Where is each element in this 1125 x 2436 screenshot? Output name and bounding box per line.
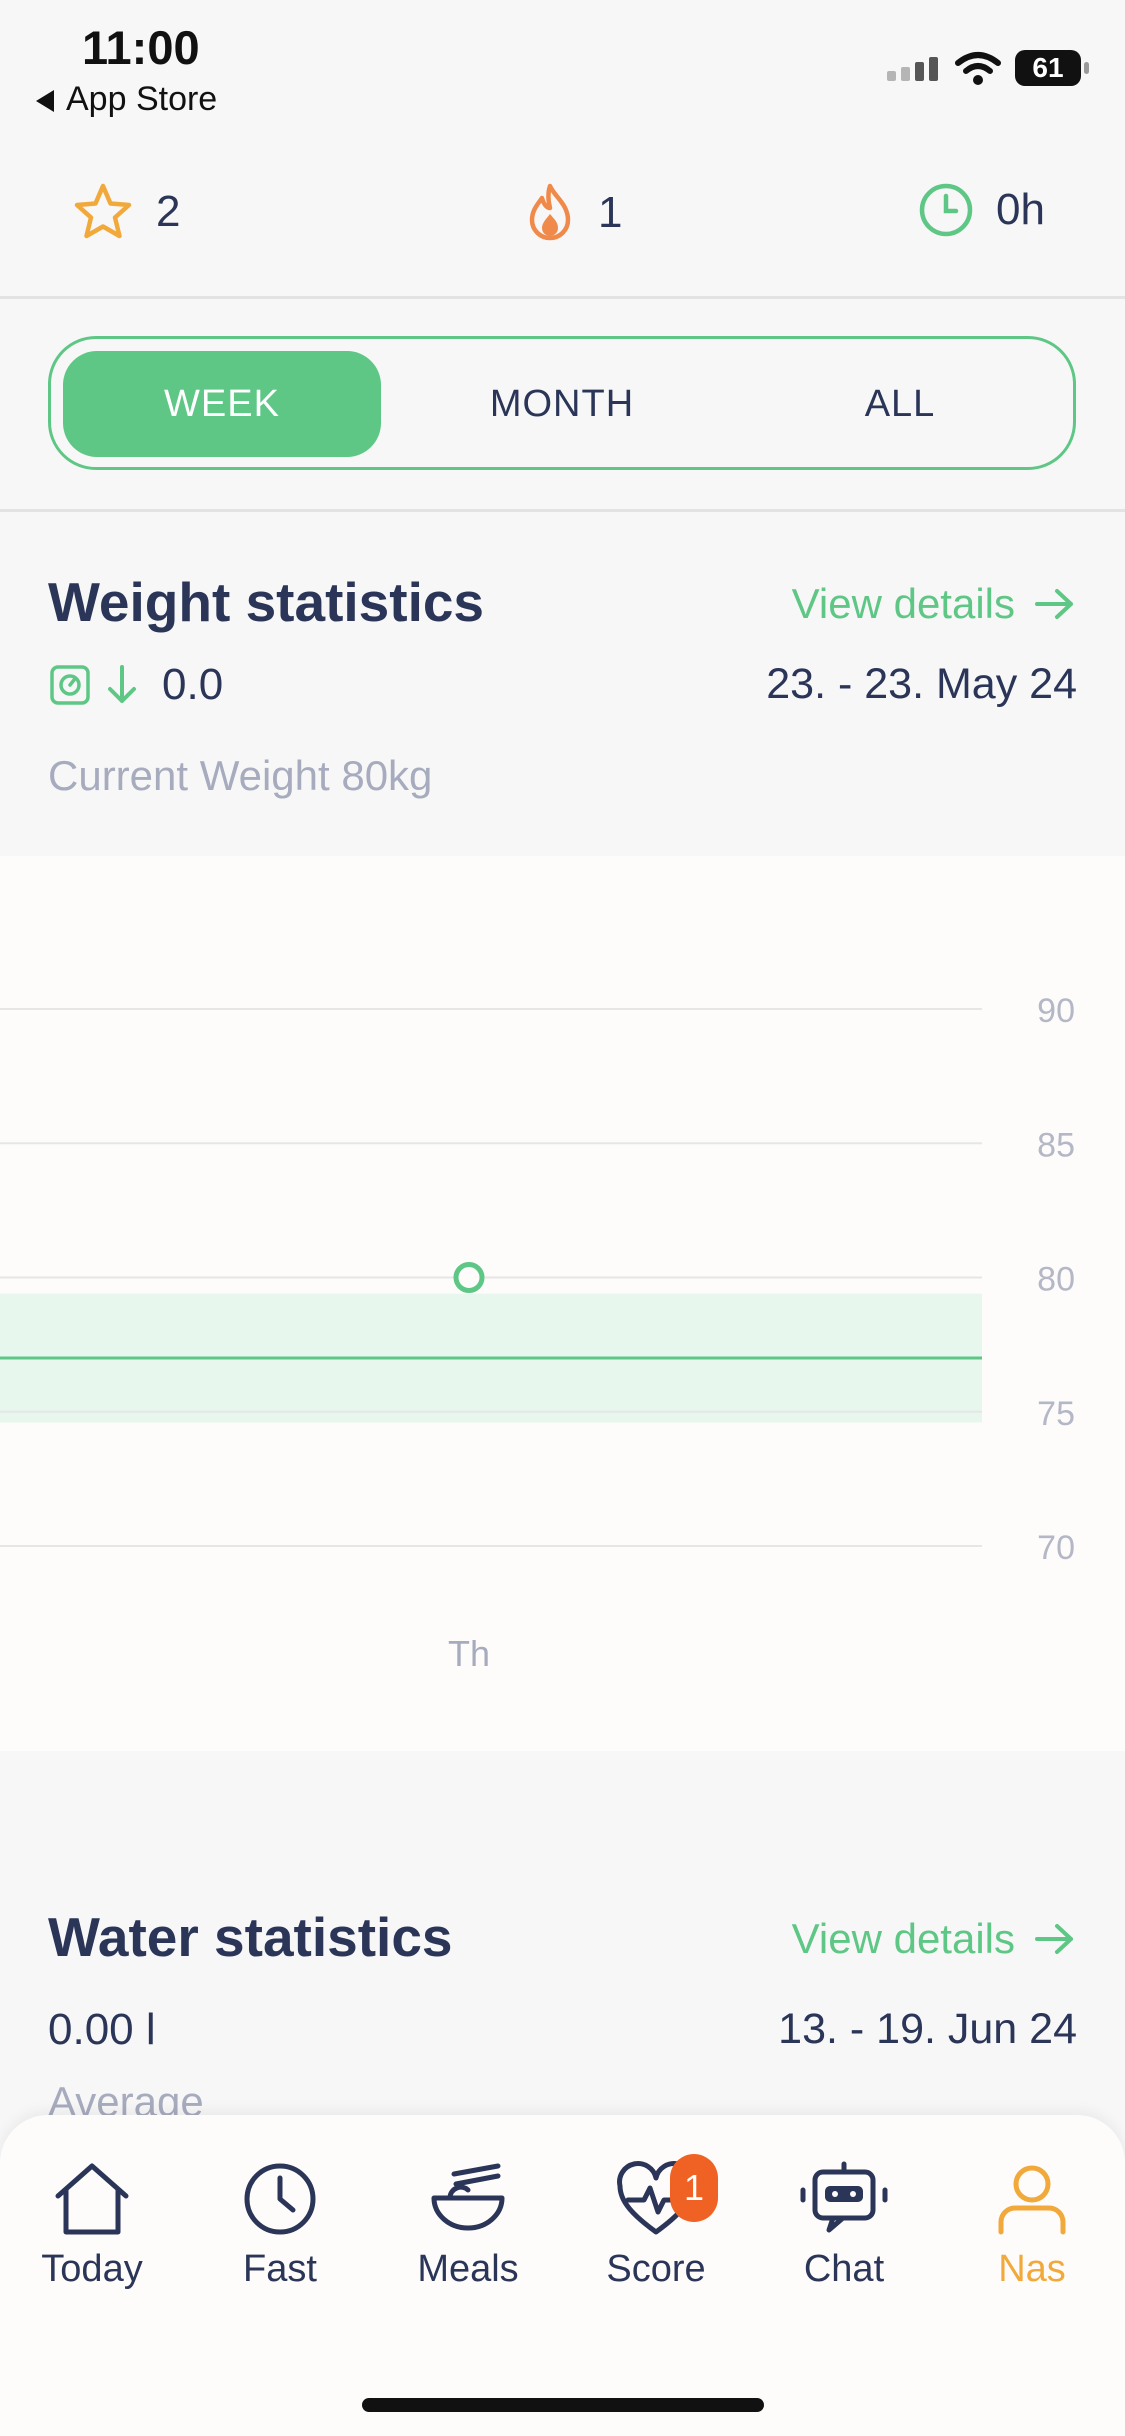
- y-tick-label: 75: [1037, 1395, 1075, 1433]
- home-icon: [55, 2163, 129, 2235]
- stars-stat[interactable]: 2: [72, 182, 180, 242]
- weight-view-details-link[interactable]: View details: [792, 580, 1077, 628]
- streak-count: 1: [598, 188, 623, 237]
- wifi-icon: [955, 52, 1001, 85]
- arrow-right-icon: [1035, 589, 1073, 619]
- person-icon: [998, 2165, 1066, 2235]
- arrow-down-icon: [108, 665, 136, 703]
- divider: [0, 509, 1125, 512]
- stars-count: 2: [156, 187, 181, 236]
- current-weight-label: Current Weight 80kg: [48, 752, 433, 799]
- x-tick-label: Th: [448, 1633, 490, 1674]
- status-bar: 11:00 App Store 61: [0, 0, 1125, 140]
- streak-stat[interactable]: 1: [524, 182, 622, 244]
- water-statistics-title: Water statistics: [48, 1906, 453, 1968]
- tab-label: Today: [41, 2248, 143, 2290]
- system-icons: 61: [887, 48, 1089, 88]
- bowl-icon: [431, 2163, 505, 2231]
- tab-score[interactable]: 1 Score: [566, 2154, 746, 2291]
- flame-icon: [529, 183, 571, 241]
- tab-week[interactable]: WEEK: [63, 351, 381, 457]
- back-app-label: App Store: [66, 80, 218, 118]
- tab-meals[interactable]: Meals: [378, 2160, 558, 2291]
- divider: [0, 296, 1125, 299]
- water-value: 0.00 l: [48, 2005, 156, 2054]
- battery-icon: 61: [1015, 50, 1089, 86]
- robot-icon: [800, 2161, 888, 2233]
- y-tick-label: 85: [1037, 1126, 1075, 1164]
- tab-fast[interactable]: Fast: [190, 2160, 370, 2291]
- home-indicator: [362, 2398, 764, 2412]
- tab-profile[interactable]: Nas: [942, 2160, 1122, 2291]
- clock-icon: [244, 2163, 316, 2235]
- weight-date-range: 23. - 23. May 24: [766, 660, 1077, 708]
- y-tick-label: 80: [1037, 1261, 1075, 1299]
- back-arrow-icon: [36, 90, 54, 113]
- weight-chart: 90 85 80 75 70 Th: [0, 856, 1125, 1751]
- tab-month[interactable]: MONTH: [403, 351, 721, 457]
- view-details-label: View details: [791, 1915, 1015, 1962]
- tab-label: Fast: [243, 2248, 317, 2290]
- clock-icon: [919, 183, 973, 237]
- fast-hours-stat[interactable]: 0h: [918, 182, 1045, 238]
- y-tick-label: 90: [1037, 992, 1075, 1030]
- weight-data-point: [453, 1262, 485, 1293]
- y-tick-label: 70: [1037, 1529, 1075, 1567]
- status-time: 11:00: [82, 21, 200, 74]
- tab-label: Nas: [998, 2248, 1066, 2290]
- fast-hours-value: 0h: [996, 185, 1045, 234]
- weight-change: 0.0: [48, 660, 223, 710]
- arrow-right-icon: [1035, 1924, 1073, 1954]
- tab-label: Score: [606, 2248, 706, 2290]
- scale-icon: [50, 665, 90, 705]
- view-details-label: View details: [791, 580, 1015, 627]
- tab-all[interactable]: ALL: [741, 351, 1059, 457]
- tab-label: Chat: [803, 2248, 885, 2290]
- back-to-app-store[interactable]: App Store: [36, 80, 217, 119]
- tab-chat[interactable]: Chat: [754, 2160, 934, 2291]
- signal-icon: [887, 57, 938, 81]
- top-stats-bar: 2 1 0h: [0, 160, 1125, 275]
- water-date-range: 13. - 19. Jun 24: [778, 2005, 1077, 2053]
- period-segmented-control: WEEK MONTH ALL: [48, 336, 1076, 470]
- water-view-details-link[interactable]: View details: [792, 1915, 1077, 1963]
- tab-label: Meals: [417, 2248, 519, 2290]
- score-badge: 1: [670, 2154, 718, 2222]
- bottom-tab-bar: Today Fast Meals 1 Score Chat Nas: [0, 2115, 1125, 2436]
- weight-change-value: 0.0: [162, 660, 224, 709]
- weight-statistics-title: Weight statistics: [48, 571, 485, 633]
- star-icon: [74, 183, 132, 239]
- weight-chart-svg: 90 85 80 75 70 Th: [0, 992, 1075, 1674]
- tab-today[interactable]: Today: [2, 2160, 182, 2291]
